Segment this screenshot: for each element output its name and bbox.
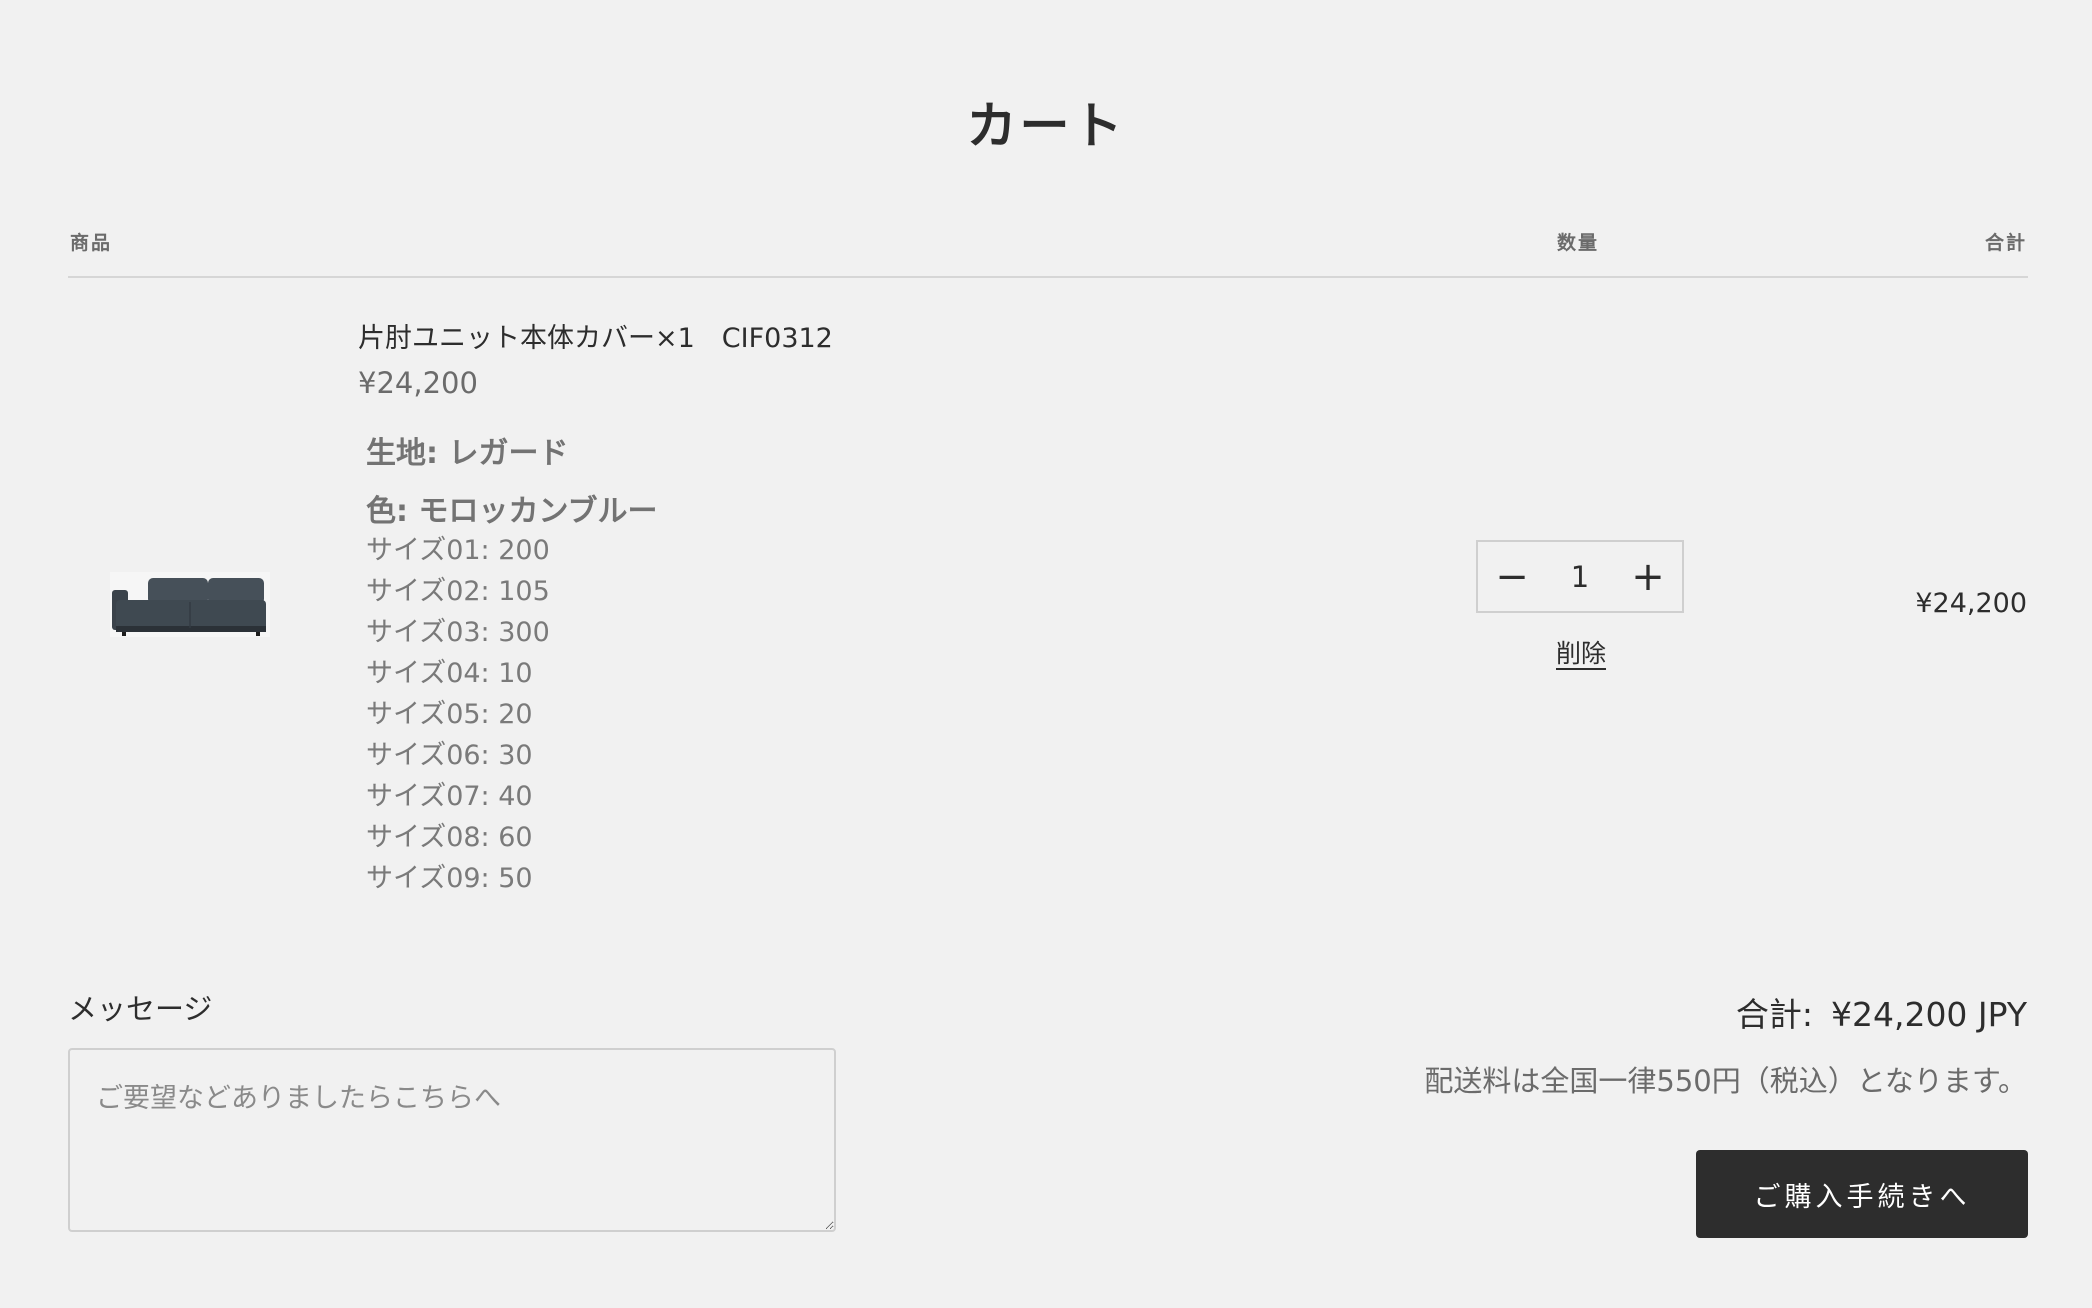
item-size: サイズ06: 30 — [366, 740, 533, 771]
column-header-quantity: 数量 — [1557, 232, 1600, 254]
increment-button[interactable]: + — [1614, 542, 1682, 611]
shipping-note: 配送料は全国一律550円（税込）となります。 — [1424, 1064, 2027, 1098]
item-size: サイズ08: 60 — [366, 822, 533, 853]
message-textarea[interactable] — [68, 1048, 836, 1232]
column-header-product: 商品 — [70, 232, 113, 254]
item-size: サイズ09: 50 — [366, 863, 533, 894]
line-total: ¥24,200 — [1915, 588, 2027, 619]
column-header-total: 合計 — [1984, 232, 2027, 254]
item-color: 色: モロッカンブルー — [366, 494, 658, 529]
item-size: サイズ07: 40 — [366, 781, 533, 812]
decrement-button[interactable]: − — [1478, 542, 1546, 611]
message-label: メッセージ — [68, 992, 213, 1026]
quantity-stepper: − 1 + — [1476, 540, 1684, 613]
product-thumbnail[interactable] — [110, 572, 270, 637]
page-title: カート — [966, 97, 1126, 155]
remove-item-link[interactable]: 削除 — [1556, 634, 1606, 670]
checkout-button[interactable]: ご購入手続きへ — [1696, 1150, 2028, 1238]
subtotal-label: 合計: — [1735, 995, 1813, 1034]
header-divider — [68, 276, 2028, 278]
minus-icon: − — [1495, 553, 1529, 600]
item-fabric: 生地: レガード — [366, 436, 569, 471]
item-size: サイズ03: 300 — [366, 617, 550, 648]
item-size: サイズ02: 105 — [366, 576, 550, 607]
item-name[interactable]: 片肘ユニット本体カバー×1 CIF0312 — [358, 316, 833, 355]
plus-icon: + — [1631, 553, 1665, 600]
item-size: サイズ01: 200 — [366, 535, 550, 566]
item-size: サイズ05: 20 — [366, 699, 533, 730]
cart-subtotal: 合計: ¥24,200 JPY — [1736, 988, 2027, 1036]
item-unit-price: ¥24,200 — [358, 366, 478, 400]
item-size: サイズ04: 10 — [366, 658, 533, 689]
quantity-value[interactable]: 1 — [1546, 560, 1614, 594]
item-size-list: サイズ01: 200 サイズ02: 105 サイズ03: 300 サイズ04: … — [366, 534, 550, 903]
subtotal-value: ¥24,200 JPY — [1830, 995, 2027, 1034]
